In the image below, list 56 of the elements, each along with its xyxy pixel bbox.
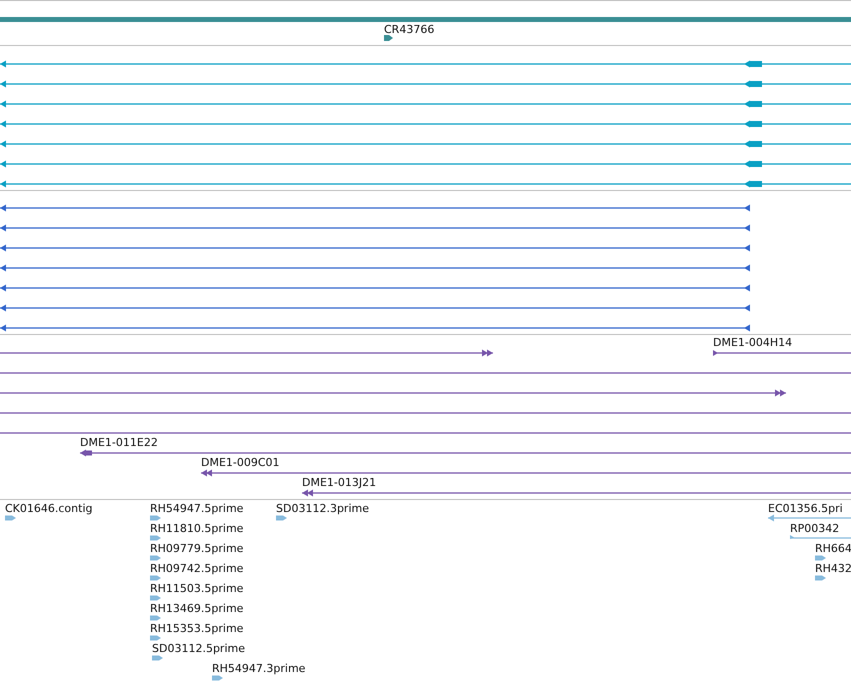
feature-label: RH15353.5prime: [150, 622, 244, 635]
est-glyph[interactable]: [150, 636, 161, 640]
est-glyph[interactable]: [150, 536, 161, 540]
est-glyph[interactable]: [768, 514, 851, 522]
feature-label: DME1-004H14: [713, 336, 792, 349]
feature-label: RH13469.5prime: [150, 602, 244, 615]
est-glyph[interactable]: [212, 676, 223, 680]
feature-label: RH432: [815, 562, 851, 575]
est-glyph[interactable]: [150, 516, 161, 520]
feature-label: RH11503.5prime: [150, 582, 244, 595]
transcript-glyph[interactable]: [0, 120, 851, 128]
feature-label: RP00342: [790, 522, 840, 535]
feature-label: SD03112.5prime: [152, 642, 245, 655]
feature-label: RH09742.5prime: [150, 562, 244, 575]
transcript-glyph[interactable]: [0, 180, 851, 188]
est-glyph[interactable]: [150, 596, 161, 600]
est-glyph[interactable]: [815, 576, 826, 580]
est-glyph[interactable]: [790, 535, 851, 539]
transcript-glyph[interactable]: [0, 60, 851, 68]
feature-label: RH54947.3prime: [212, 662, 306, 675]
feature-label: EC01356.5pri: [768, 502, 843, 515]
est-glyph[interactable]: [150, 576, 161, 580]
feature-label: DME1-013J21: [302, 476, 376, 489]
est-glyph[interactable]: [815, 556, 826, 560]
clone-glyph[interactable]: [0, 350, 493, 356]
feature-label: CR43766: [384, 23, 434, 36]
est-glyph[interactable]: [152, 656, 163, 660]
clone-glyph[interactable]: [80, 450, 851, 456]
feature-label: RH09779.5prime: [150, 542, 244, 555]
transcript-glyph[interactable]: [0, 160, 851, 168]
transcript-glyph[interactable]: [0, 224, 750, 232]
feature-label: DME1-011E22: [80, 436, 158, 449]
transcript-glyph[interactable]: [0, 244, 750, 252]
feature-label: SD03112.3prime: [276, 502, 369, 515]
transcript-glyph[interactable]: [0, 324, 750, 332]
est-glyph[interactable]: [276, 516, 287, 520]
gene-glyph[interactable]: [384, 35, 393, 41]
feature-label: RH11810.5prime: [150, 522, 244, 535]
transcript-glyph[interactable]: [0, 100, 851, 108]
transcript-glyph[interactable]: [0, 80, 851, 88]
feature-label: CK01646.contig: [5, 502, 92, 515]
feature-label: RH664: [815, 542, 851, 555]
transcript-glyph[interactable]: [0, 140, 851, 148]
transcript-glyph[interactable]: [0, 304, 750, 312]
clone-glyph[interactable]: [201, 470, 851, 476]
clone-glyph[interactable]: [713, 350, 851, 356]
est-glyph[interactable]: [150, 616, 161, 620]
transcript-glyph[interactable]: [0, 264, 750, 272]
clone-glyph[interactable]: [302, 490, 851, 496]
est-glyph[interactable]: [5, 516, 16, 520]
transcript-glyph[interactable]: [0, 204, 750, 212]
feature-label: RH54947.5prime: [150, 502, 244, 515]
clone-glyph[interactable]: [0, 390, 786, 396]
transcript-glyph[interactable]: [0, 284, 750, 292]
est-glyph[interactable]: [150, 556, 161, 560]
feature-label: DME1-009C01: [201, 456, 280, 469]
